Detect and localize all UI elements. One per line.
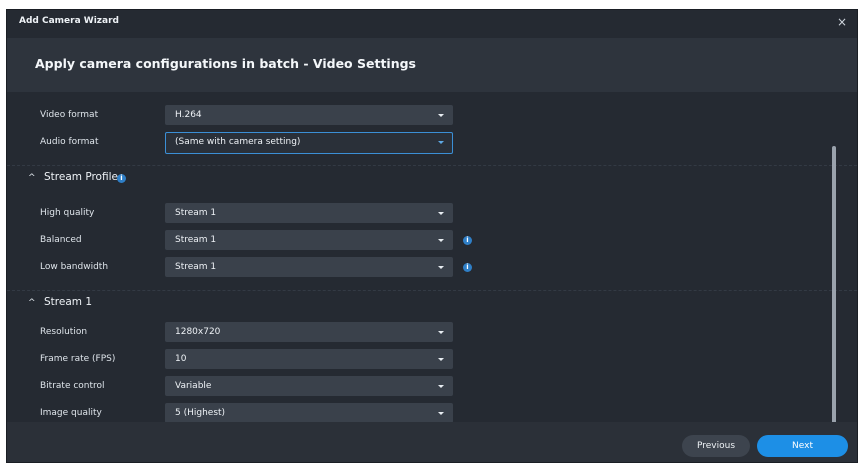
high-quality-value: Stream 1: [175, 208, 217, 218]
info-icon[interactable]: i: [463, 236, 472, 245]
page-title: Apply camera configurations in batch - V…: [35, 56, 416, 71]
image-quality-row: Image quality 5 (Highest): [7, 403, 857, 422]
balanced-value: Stream 1: [175, 235, 217, 245]
audio-format-value: (Same with camera setting): [175, 137, 301, 147]
next-button[interactable]: Next: [757, 435, 848, 457]
video-format-select[interactable]: H.264: [165, 105, 453, 125]
chevron-down-icon: [438, 412, 444, 415]
audio-format-label: Audio format: [40, 137, 99, 147]
balanced-row: Balanced Stream 1 i: [7, 230, 857, 252]
bitrate-control-select[interactable]: Variable: [165, 376, 453, 396]
window-title: Add Camera Wizard: [19, 16, 119, 26]
frame-rate-value: 10: [175, 354, 187, 364]
stream1-section-header: ^ Stream 1: [7, 290, 857, 315]
info-icon[interactable]: i: [463, 263, 472, 272]
video-format-value: H.264: [175, 110, 202, 120]
stream-profile-section-header: ^ Stream Profile i: [7, 165, 857, 190]
add-camera-wizard-dialog: Add Camera Wizard × Apply camera configu…: [7, 10, 857, 462]
chevron-up-icon[interactable]: ^: [28, 298, 40, 308]
bitrate-control-label: Bitrate control: [40, 381, 105, 391]
window-titlebar: Add Camera Wizard ×: [7, 10, 857, 38]
low-bandwidth-select[interactable]: Stream 1: [165, 257, 453, 277]
frame-rate-label: Frame rate (FPS): [40, 354, 116, 364]
settings-content: Video format H.264 Audio format (Same wi…: [7, 92, 857, 422]
audio-format-row: Audio format (Same with camera setting): [7, 132, 857, 154]
info-icon[interactable]: i: [117, 174, 126, 183]
bitrate-control-row: Bitrate control Variable: [7, 376, 857, 398]
high-quality-select[interactable]: Stream 1: [165, 203, 453, 223]
video-format-label: Video format: [40, 110, 99, 120]
chevron-down-icon: [438, 358, 444, 361]
chevron-down-icon: [438, 212, 444, 215]
low-bandwidth-value: Stream 1: [175, 262, 217, 272]
resolution-select[interactable]: 1280x720: [165, 322, 453, 342]
resolution-label: Resolution: [40, 327, 88, 337]
chevron-down-icon: [438, 385, 444, 388]
image-quality-label: Image quality: [40, 408, 102, 418]
low-bandwidth-row: Low bandwidth Stream 1 i: [7, 257, 857, 279]
vertical-scrollbar[interactable]: [832, 146, 836, 432]
close-icon[interactable]: ×: [835, 15, 849, 29]
chevron-down-icon: [438, 141, 444, 144]
dialog-footer: Previous Next: [7, 422, 857, 462]
previous-button[interactable]: Previous: [682, 435, 750, 457]
audio-format-select[interactable]: (Same with camera setting): [165, 132, 453, 154]
image-quality-value: 5 (Highest): [175, 408, 226, 418]
balanced-select[interactable]: Stream 1: [165, 230, 453, 250]
high-quality-label: High quality: [40, 208, 95, 218]
chevron-down-icon: [438, 114, 444, 117]
balanced-label: Balanced: [40, 235, 82, 245]
frame-rate-select[interactable]: 10: [165, 349, 453, 369]
resolution-row: Resolution 1280x720: [7, 322, 857, 344]
chevron-down-icon: [438, 266, 444, 269]
resolution-value: 1280x720: [175, 327, 221, 337]
image-quality-select[interactable]: 5 (Highest): [165, 403, 453, 422]
high-quality-row: High quality Stream 1: [7, 203, 857, 225]
stream-profile-title: Stream Profile: [44, 171, 118, 183]
chevron-down-icon: [438, 331, 444, 334]
chevron-up-icon[interactable]: ^: [28, 173, 40, 183]
low-bandwidth-label: Low bandwidth: [40, 262, 109, 272]
bitrate-control-value: Variable: [175, 381, 212, 391]
frame-rate-row: Frame rate (FPS) 10: [7, 349, 857, 371]
stream1-title: Stream 1: [44, 296, 93, 308]
video-format-row: Video format H.264: [7, 105, 857, 127]
chevron-down-icon: [438, 239, 444, 242]
